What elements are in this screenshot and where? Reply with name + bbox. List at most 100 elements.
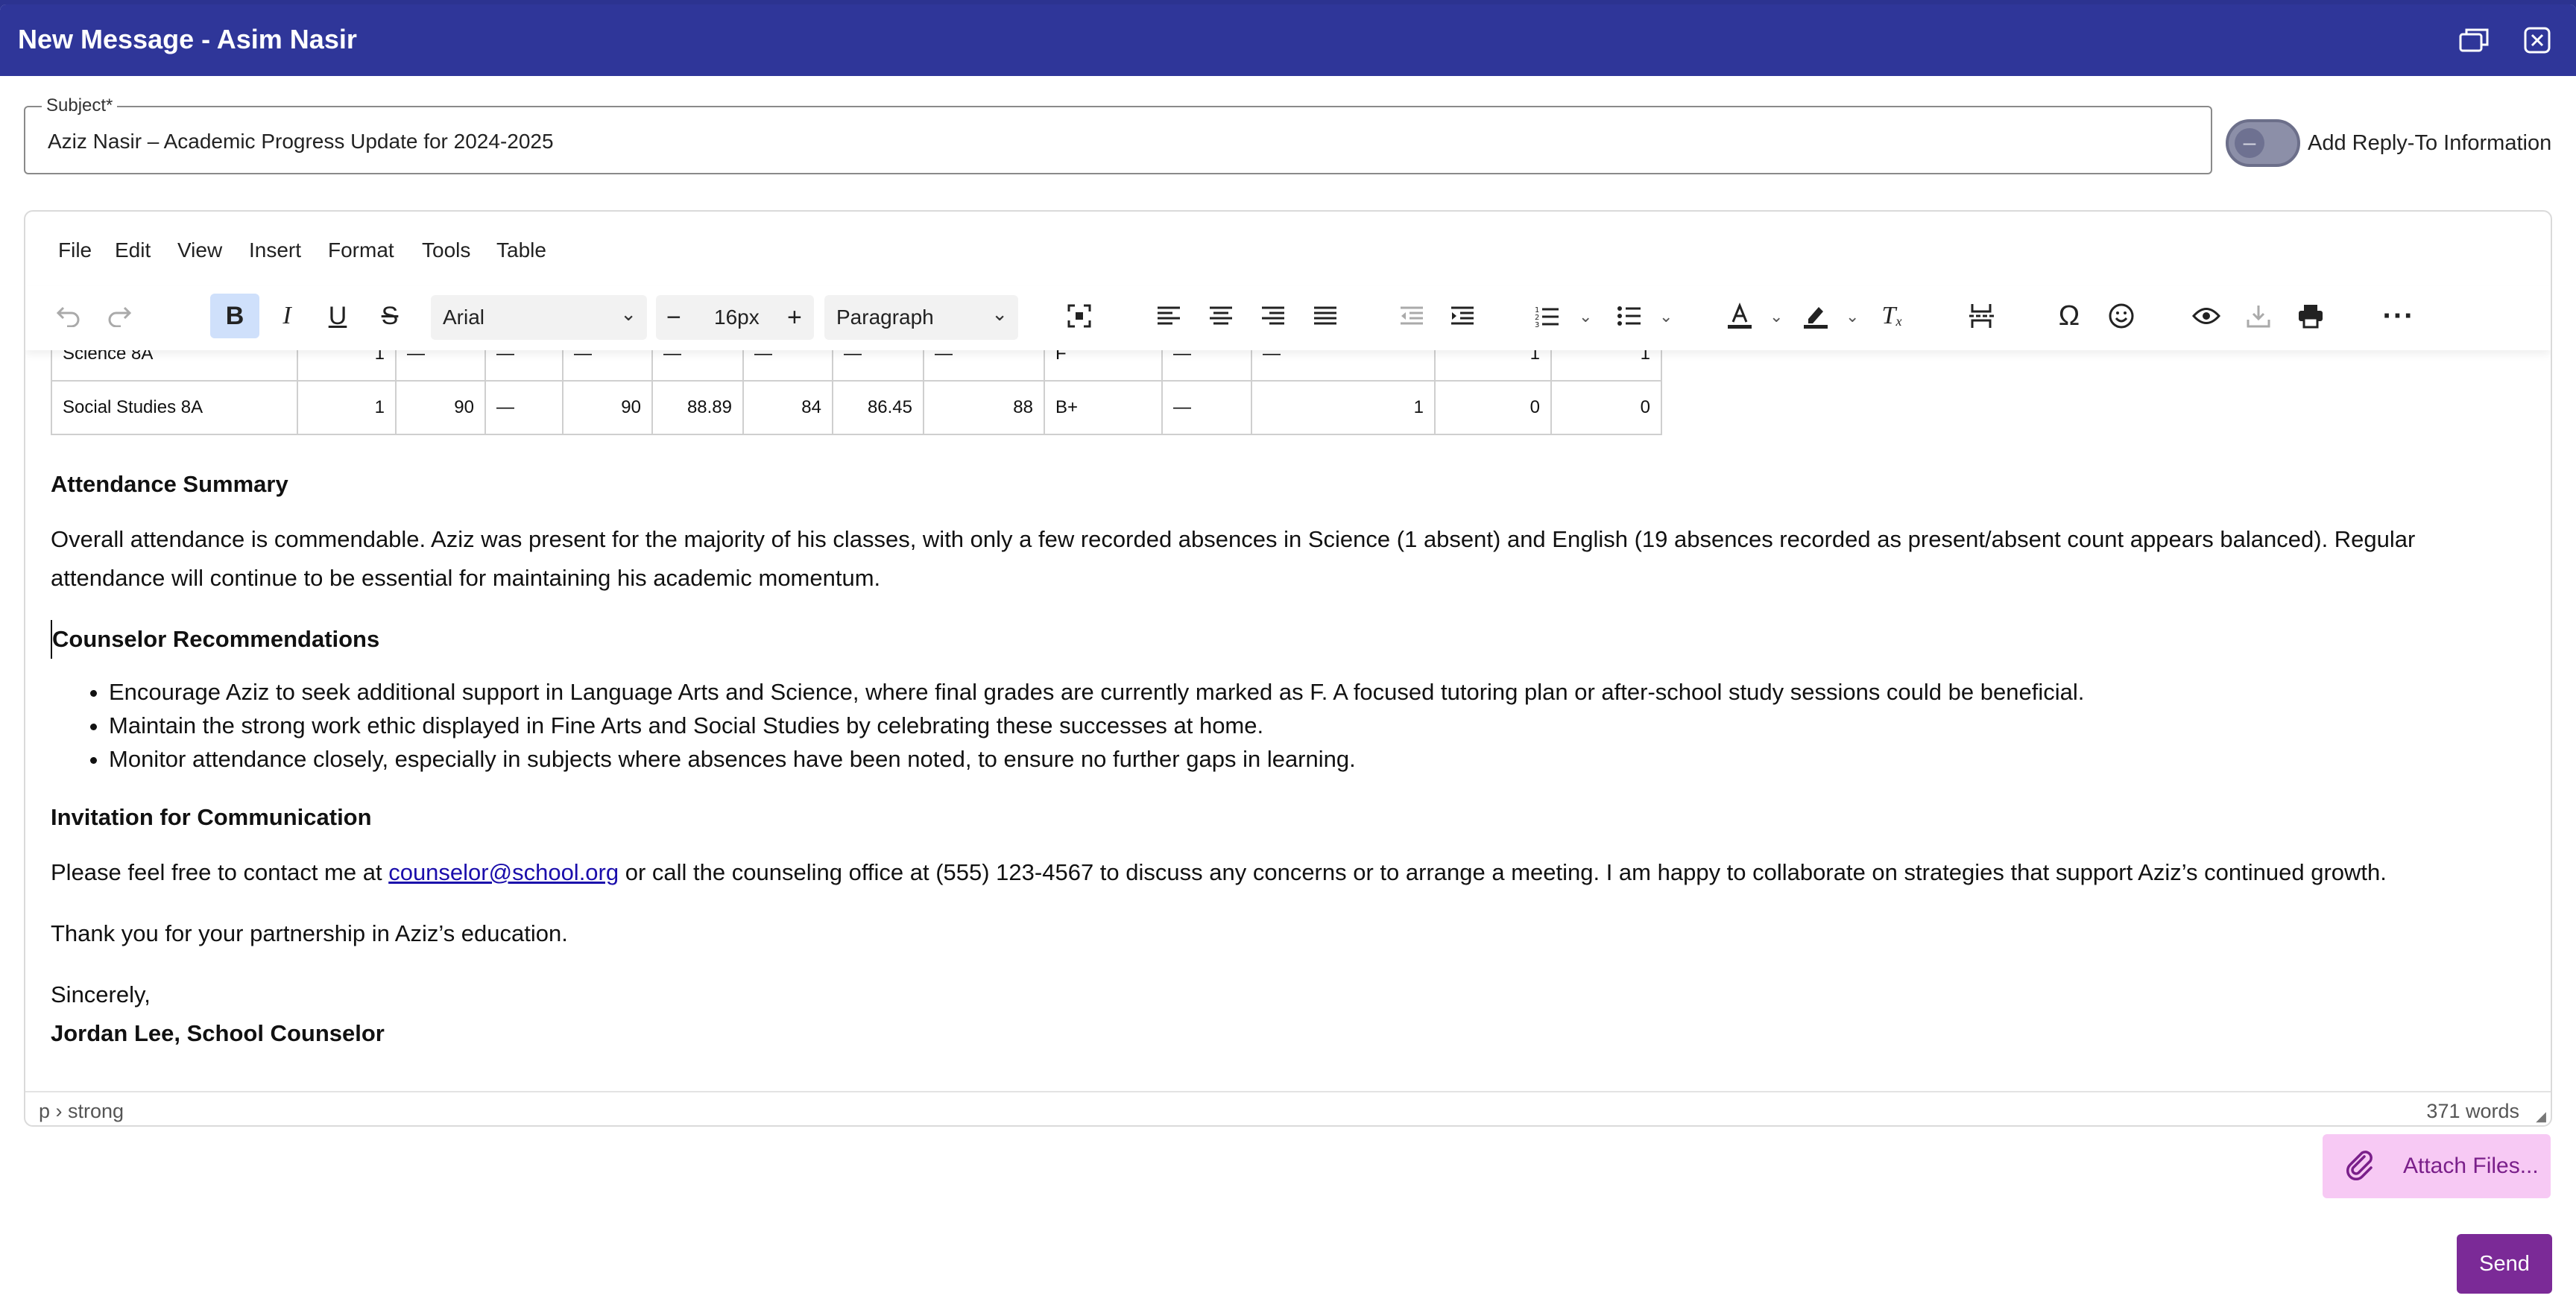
undo-icon[interactable] bbox=[46, 294, 91, 338]
numbered-list-menu-icon[interactable]: ⌄ bbox=[1579, 307, 1592, 326]
compose-window: New Message - Asim Nasir Subject* Aziz N… bbox=[0, 4, 2576, 1316]
align-right-icon[interactable] bbox=[1251, 294, 1295, 338]
attach-files-label: Attach Files... bbox=[2403, 1154, 2539, 1178]
table-cell: Social Studies 8A bbox=[51, 380, 298, 435]
table-cell: — bbox=[742, 350, 833, 382]
contact-text-after: or call the counseling office at (555) 1… bbox=[619, 859, 2387, 885]
menu-table[interactable]: Table bbox=[496, 238, 546, 262]
list-item: Encourage Aziz to seek additional suppor… bbox=[109, 675, 2525, 709]
bold-icon[interactable]: B bbox=[210, 294, 259, 338]
menu-insert[interactable]: Insert bbox=[249, 238, 301, 262]
subject-field[interactable]: Subject* Aziz Nasir – Academic Progress … bbox=[24, 95, 2212, 174]
send-button[interactable]: Send bbox=[2457, 1234, 2552, 1294]
table-row: Science 8A 1 — — — — — — — F — — 1 1 bbox=[51, 350, 1662, 382]
counselor-heading: Counselor Recommendations bbox=[51, 620, 2525, 659]
chevron-down-icon: ⌄ bbox=[620, 303, 637, 325]
document-body[interactable]: Science 8A 1 — — — — — — — F — — 1 1 Soc… bbox=[51, 350, 2525, 1053]
element-path[interactable]: p › strong bbox=[39, 1100, 124, 1123]
bullet-list-icon[interactable] bbox=[1609, 294, 1650, 338]
highlight-menu-icon[interactable]: ⌄ bbox=[1846, 307, 1859, 326]
window-title: New Message - Asim Nasir bbox=[18, 24, 357, 54]
editor-statusbar: p › strong 371 words ◢ bbox=[25, 1091, 2551, 1125]
strikethrough-icon[interactable]: S bbox=[367, 294, 413, 338]
menu-view[interactable]: View bbox=[177, 238, 222, 262]
recommendations-list: Encourage Aziz to seek additional suppor… bbox=[78, 675, 2525, 776]
redo-icon[interactable] bbox=[97, 294, 142, 338]
text-color-icon[interactable] bbox=[1719, 294, 1761, 338]
contact-paragraph: Please feel free to contact me at counse… bbox=[51, 853, 2525, 892]
block-format-value: Paragraph bbox=[836, 306, 934, 329]
align-center-icon[interactable] bbox=[1199, 294, 1243, 338]
menu-file[interactable]: File bbox=[58, 238, 92, 262]
attach-files-button[interactable]: Attach Files... bbox=[2323, 1134, 2551, 1198]
thanks-paragraph: Thank you for your partnership in Aziz’s… bbox=[51, 920, 568, 946]
clear-format-icon[interactable]: Tx bbox=[1871, 294, 1913, 338]
italic-icon[interactable]: I bbox=[264, 294, 310, 338]
font-family-value: Arial bbox=[443, 306, 485, 329]
table-cell: — bbox=[832, 350, 924, 382]
rich-text-editor: File Edit View Insert Format Tools Table… bbox=[24, 210, 2552, 1127]
table-cell: — bbox=[484, 380, 564, 435]
font-size-control: − 16px + bbox=[656, 295, 814, 340]
list-item: Monitor attendance closely, especially i… bbox=[109, 742, 2525, 776]
text-color-menu-icon[interactable]: ⌄ bbox=[1770, 307, 1783, 326]
table-cell: — bbox=[484, 350, 564, 382]
justify-icon[interactable] bbox=[1303, 294, 1348, 338]
indent-icon[interactable] bbox=[1440, 294, 1485, 338]
invitation-heading: Invitation for Communication bbox=[51, 804, 372, 830]
chevron-down-icon: ⌄ bbox=[991, 303, 1008, 325]
decrease-font-icon[interactable]: − bbox=[666, 303, 681, 332]
table-cell: 90 bbox=[562, 380, 653, 435]
table-cell: 1 bbox=[1550, 350, 1662, 382]
grades-table: Science 8A 1 — — — — — — — F — — 1 1 Soc… bbox=[51, 350, 1662, 435]
font-family-select[interactable]: Arial ⌄ bbox=[431, 295, 647, 340]
block-format-select[interactable]: Paragraph ⌄ bbox=[824, 295, 1018, 340]
page-break-icon[interactable] bbox=[1959, 294, 2004, 338]
download-icon[interactable] bbox=[2236, 294, 2281, 338]
table-row: Social Studies 8A 1 90 — 90 88.89 84 86.… bbox=[51, 380, 1662, 435]
menu-tools[interactable]: Tools bbox=[422, 238, 470, 262]
align-left-icon[interactable] bbox=[1146, 294, 1191, 338]
more-icon[interactable]: ··· bbox=[2376, 294, 2421, 338]
bullet-list-menu-icon[interactable]: ⌄ bbox=[1659, 307, 1673, 326]
menu-format[interactable]: Format bbox=[328, 238, 394, 262]
special-char-icon[interactable]: Ω bbox=[2047, 294, 2092, 338]
resize-handle-icon[interactable]: ◢ bbox=[2536, 1109, 2546, 1124]
svg-text:3: 3 bbox=[1535, 321, 1539, 327]
outdent-icon[interactable] bbox=[1389, 294, 1434, 338]
editor-content[interactable]: Science 8A 1 — — — — — — — F — — 1 1 Soc… bbox=[25, 350, 2551, 1073]
table-cell: B+ bbox=[1044, 380, 1163, 435]
contact-text-before: Please feel free to contact me at bbox=[51, 859, 389, 885]
closing-line: Sincerely, bbox=[51, 981, 151, 1007]
underline-icon[interactable]: U bbox=[315, 294, 361, 338]
table-cell: 1 bbox=[1251, 380, 1436, 435]
table-cell: 1 bbox=[297, 380, 397, 435]
print-icon[interactable] bbox=[2288, 294, 2333, 338]
highlight-icon[interactable] bbox=[1795, 294, 1837, 338]
signature: Jordan Lee, School Counselor bbox=[51, 1020, 385, 1046]
table-cell: — bbox=[923, 350, 1045, 382]
emoji-icon[interactable] bbox=[2099, 294, 2144, 338]
list-item: Maintain the strong work ethic displayed… bbox=[109, 709, 2525, 742]
close-icon[interactable] bbox=[2519, 22, 2555, 58]
font-size-value[interactable]: 16px bbox=[714, 306, 760, 329]
preview-icon[interactable] bbox=[2184, 294, 2229, 338]
fullscreen-icon[interactable] bbox=[1057, 294, 1102, 338]
table-cell: — bbox=[1251, 350, 1436, 382]
attendance-heading: Attendance Summary bbox=[51, 471, 288, 497]
menu-edit[interactable]: Edit bbox=[115, 238, 151, 262]
table-cell: 0 bbox=[1550, 380, 1662, 435]
increase-font-icon[interactable]: + bbox=[787, 303, 802, 332]
restore-window-icon[interactable] bbox=[2457, 22, 2493, 58]
reply-to-toggle[interactable]: – bbox=[2226, 119, 2300, 167]
table-cell: 0 bbox=[1434, 380, 1552, 435]
word-count[interactable]: 371 words bbox=[2426, 1100, 2519, 1123]
numbered-list-icon[interactable]: 123 bbox=[1527, 294, 1568, 338]
table-cell: — bbox=[1161, 350, 1252, 382]
email-link[interactable]: counselor@school.org bbox=[388, 859, 619, 885]
table-cell: — bbox=[395, 350, 486, 382]
editor-toolbar: B I U S Arial ⌄ − 16px + Paragraph ⌄ 1 2… bbox=[25, 286, 2551, 350]
table-cell: 88 bbox=[923, 380, 1045, 435]
attendance-paragraph: Overall attendance is commendable. Aziz … bbox=[51, 526, 2416, 591]
subject-input[interactable]: Aziz Nasir – Academic Progress Update fo… bbox=[48, 130, 2194, 154]
